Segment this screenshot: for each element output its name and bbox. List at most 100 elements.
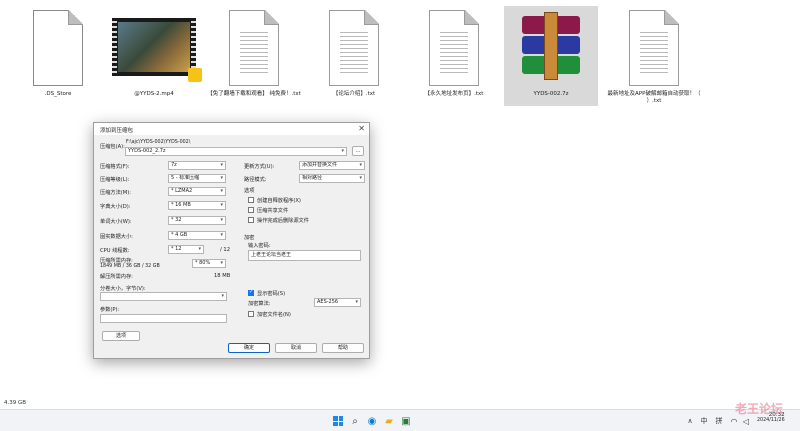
cpu-label: CPU 线程数:: [100, 248, 130, 254]
video-thumbnail: [112, 18, 202, 82]
pathmode-label: 路径模式:: [244, 177, 267, 183]
close-icon[interactable]: ✕: [358, 124, 365, 133]
split-label: 分卷大小，字节(V):: [100, 286, 146, 292]
ime-mode[interactable]: 拼: [712, 414, 726, 428]
edge-browser-icon[interactable]: ◉: [365, 414, 379, 428]
text-file-icon: [429, 10, 479, 86]
update-combo[interactable]: 添加并替换文件 ▾: [299, 161, 365, 170]
archive-name-combo[interactable]: YYDS-002_2.7z ▾: [125, 147, 347, 156]
cpu-combo[interactable]: * 12 ▾: [168, 245, 204, 254]
cpu-total: / 12: [220, 247, 230, 253]
blank-file-icon: [33, 10, 83, 86]
file-item-txt-4[interactable]: 最新地址及APP破解邮箱自动获取！（ ）.txt: [607, 6, 701, 106]
archive-label: 压缩包(A):: [100, 144, 125, 150]
file-explorer-icon[interactable]: ▰: [382, 414, 396, 428]
word-combo[interactable]: * 32 ▾: [168, 216, 226, 225]
split-combo[interactable]: ▾: [100, 292, 227, 301]
method-label: 压缩方法(M):: [100, 190, 132, 196]
options-button[interactable]: 选项: [102, 331, 140, 341]
file-name: @YYDS-2.mp4: [134, 91, 174, 97]
file-name: 【永久地址发布页】.txt: [424, 91, 484, 97]
file-name: 【免了翻墙下载和观看】 纯免费！.txt: [207, 91, 301, 97]
password-label: 输入密码:: [248, 243, 271, 249]
params-input[interactable]: [100, 314, 227, 323]
update-label: 更新方式(U):: [244, 164, 275, 170]
delete-label: 操作完成后删除源文件: [257, 218, 309, 224]
chevron-down-icon: ▾: [341, 148, 344, 154]
word-label: 单词大小(W):: [100, 219, 132, 225]
mem-decomp-label: 解压所需内存:: [100, 274, 133, 280]
sfx-label: 创建自释放程序(X): [257, 198, 301, 204]
file-item-txt-1[interactable]: 【免了翻墙下载和观看】 纯免费！.txt: [207, 6, 301, 106]
mem-comp-value: 1849 MB / 36 GB / 32 GB: [100, 264, 160, 269]
dict-combo[interactable]: * 16 MB ▾: [168, 201, 226, 210]
chevron-down-icon: ▾: [220, 202, 223, 208]
browse-button[interactable]: ...: [352, 146, 364, 156]
enc-method-combo[interactable]: AES-256 ▾: [314, 298, 361, 307]
encrypt-names-label: 加密文件名(N): [257, 312, 291, 318]
ok-button[interactable]: 确定: [228, 343, 270, 353]
solid-combo[interactable]: * 4 GB ▾: [168, 231, 226, 240]
method-combo[interactable]: * LZMA2 ▾: [168, 187, 226, 196]
chevron-down-icon: ▾: [198, 246, 201, 252]
mem-decomp-value: 18 MB: [214, 273, 231, 279]
show-password-label: 显示密码(S): [257, 291, 286, 297]
chevron-down-icon: ▾: [220, 175, 223, 181]
file-item-ds-store[interactable]: .DS_Store: [11, 6, 105, 106]
file-item-txt-2[interactable]: 【论坛介绍】.txt: [307, 6, 401, 106]
ime-language[interactable]: 中: [697, 414, 711, 428]
dict-label: 字典大小(D):: [100, 204, 131, 210]
shared-label: 压缩共享文件: [257, 208, 289, 214]
format-label: 压缩格式(F):: [100, 164, 130, 170]
pathmode-combo[interactable]: 相对路径 ▾: [299, 174, 365, 183]
sfx-checkbox[interactable]: [248, 197, 254, 203]
chevron-down-icon: ▾: [220, 188, 223, 194]
password-input[interactable]: 上老王论坛当老王: [248, 250, 361, 261]
chevron-down-icon: ▾: [355, 299, 358, 305]
chevron-down-icon: ▾: [220, 232, 223, 238]
search-icon[interactable]: ⌕: [348, 414, 362, 428]
params-label: 参数(P):: [100, 307, 120, 313]
chevron-down-icon: ▾: [220, 162, 223, 168]
shared-checkbox[interactable]: [248, 207, 254, 213]
encrypt-names-checkbox[interactable]: [248, 311, 254, 317]
file-item-txt-3[interactable]: 【永久地址发布页】.txt: [407, 6, 501, 106]
format-combo[interactable]: 7z ▾: [168, 161, 226, 170]
player-badge-icon: [188, 68, 202, 82]
text-file-icon: [229, 10, 279, 86]
status-size: 4.39 GB: [4, 400, 27, 406]
mem-comp-label: 压缩所需内存:: [100, 258, 133, 264]
app-icon[interactable]: ▣: [399, 414, 413, 428]
show-password-checkbox[interactable]: [248, 289, 254, 296]
archive-path: F:\ajc\YYDS-002\YYDS-002\: [126, 140, 191, 145]
file-item-archive[interactable]: YYDS-002.7z: [504, 6, 598, 106]
chevron-down-icon: ▾: [359, 175, 362, 181]
dialog-titlebar[interactable]: 添加到压缩包 ✕: [94, 123, 369, 135]
delete-checkbox[interactable]: [248, 217, 254, 223]
file-name: .DS_Store: [44, 91, 72, 97]
file-item-video[interactable]: @YYDS-2.mp4: [107, 6, 202, 106]
taskbar: ⌕ ◉ ▰ ▣ ∧ 中 拼 ◠ ◁ 20:32 2024/11/26: [0, 409, 800, 431]
mem-percent-combo[interactable]: * 80% ▾: [192, 259, 226, 268]
options-group-label: 选项: [244, 188, 255, 194]
add-to-archive-dialog: 添加到压缩包 ✕ 压缩包(A): F:\ajc\YYDS-002\YYDS-00…: [93, 122, 370, 359]
chevron-up-icon[interactable]: ∧: [683, 414, 697, 428]
watermark: 老王论坛: [735, 402, 784, 416]
level-label: 压缩等级(L):: [100, 177, 130, 183]
file-name: 最新地址及APP破解邮箱自动获取！（ ）.txt: [607, 91, 701, 104]
chevron-down-icon: ▾: [221, 293, 224, 299]
chevron-down-icon: ▾: [220, 217, 223, 223]
file-name: 【论坛介绍】.txt: [332, 91, 376, 97]
help-button[interactable]: 帮助: [322, 343, 364, 353]
text-file-icon: [629, 10, 679, 86]
level-combo[interactable]: 5 - 标准压缩 ▾: [168, 174, 226, 183]
cancel-button[interactable]: 取消: [275, 343, 317, 353]
start-icon[interactable]: [331, 414, 345, 428]
text-file-icon: [329, 10, 379, 86]
solid-label: 固实数据大小:: [100, 234, 133, 240]
dialog-title: 添加到压缩包: [100, 128, 134, 134]
chevron-down-icon: ▾: [220, 260, 223, 266]
enc-method-label: 加密算法:: [248, 301, 271, 307]
file-name: YYDS-002.7z: [533, 91, 569, 97]
chevron-down-icon: ▾: [359, 162, 362, 168]
